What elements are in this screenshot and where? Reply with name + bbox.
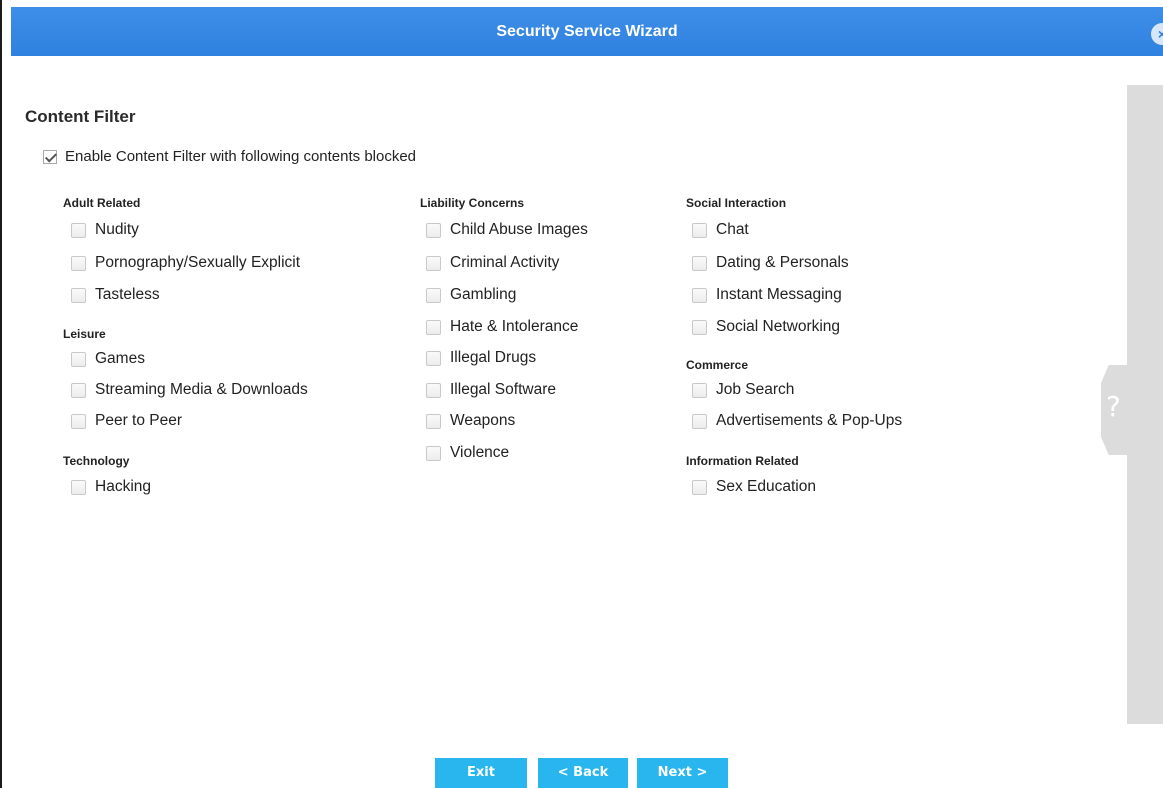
category-label: Games (95, 350, 145, 367)
category-hacking[interactable]: Hacking (71, 478, 151, 496)
checkbox[interactable] (692, 479, 707, 495)
category-child-abuse-images[interactable]: Child Abuse Images (426, 221, 588, 239)
category-label: Hate & Intolerance (450, 318, 579, 335)
enable-content-filter-label: Enable Content Filter with following con… (65, 148, 417, 165)
category-hate-intolerance[interactable]: Hate & Intolerance (426, 318, 578, 336)
wizard-titlebar: Security Service Wizard × (11, 7, 1163, 56)
category-label: Child Abuse Images (450, 221, 588, 238)
category-illegal-software[interactable]: Illegal Software (426, 381, 556, 399)
checkbox[interactable] (426, 382, 441, 398)
category-dating-personals[interactable]: Dating & Personals (692, 254, 849, 272)
checkbox[interactable] (71, 382, 86, 398)
group-title-liability-concerns: Liability Concerns (420, 196, 525, 210)
checkbox[interactable] (692, 287, 707, 303)
checkbox[interactable] (71, 351, 86, 367)
checkbox[interactable] (426, 222, 441, 238)
next-button[interactable]: Next > (637, 758, 728, 788)
checkbox[interactable] (71, 413, 86, 429)
category-tasteless[interactable]: Tasteless (71, 286, 160, 304)
category-illegal-drugs[interactable]: Illegal Drugs (426, 349, 536, 367)
exit-button[interactable]: Exit (435, 758, 527, 788)
group-title-leisure: Leisure (63, 327, 106, 341)
category-label: Streaming Media & Downloads (95, 381, 308, 398)
category-nudity[interactable]: Nudity (71, 221, 139, 239)
close-icon[interactable]: × (1151, 23, 1163, 45)
category-label: Illegal Software (450, 381, 556, 398)
checkbox[interactable] (71, 222, 86, 238)
group-title-commerce: Commerce (686, 358, 749, 372)
category-social-networking[interactable]: Social Networking (692, 318, 840, 336)
category-label: Criminal Activity (450, 254, 560, 271)
category-pornography-sexually-explicit[interactable]: Pornography/Sexually Explicit (71, 254, 300, 272)
category-label: Instant Messaging (716, 286, 842, 303)
group-title-social-interaction: Social Interaction (686, 196, 787, 210)
category-advertisements-pop-ups[interactable]: Advertisements & Pop-Ups (692, 412, 902, 430)
checkbox[interactable] (692, 319, 707, 335)
category-label: Hacking (95, 478, 151, 495)
back-button[interactable]: < Back (538, 758, 628, 788)
category-gambling[interactable]: Gambling (426, 286, 516, 304)
category-label: Dating & Personals (716, 254, 849, 271)
category-chat[interactable]: Chat (692, 221, 749, 239)
category-label: Advertisements & Pop-Ups (716, 412, 903, 429)
content-filter-title: Content Filter (25, 107, 136, 126)
checkbox[interactable] (426, 319, 441, 335)
category-label: Chat (716, 221, 749, 238)
checkbox[interactable] (426, 255, 441, 271)
group-title-technology: Technology (63, 454, 130, 468)
category-label: Weapons (450, 412, 516, 429)
checkbox[interactable] (426, 445, 441, 461)
checkbox[interactable] (71, 287, 86, 303)
category-violence[interactable]: Violence (426, 444, 509, 462)
window-left-border (0, 0, 2, 788)
group-title-adult-related: Adult Related (63, 196, 141, 210)
checkbox[interactable] (426, 413, 441, 429)
category-label: Sex Education (716, 478, 816, 495)
help-icon[interactable]: ? (1106, 390, 1121, 423)
category-instant-messaging[interactable]: Instant Messaging (692, 286, 842, 304)
checkbox[interactable] (71, 479, 86, 495)
checkbox[interactable] (692, 255, 707, 271)
category-label: Nudity (95, 221, 139, 238)
group-title-information-related: Information Related (686, 454, 799, 468)
wizard-window: Security Service Wizard × ? Content Filt… (0, 0, 1163, 788)
checkbox[interactable] (426, 350, 441, 366)
checkbox[interactable] (692, 413, 707, 429)
checkbox[interactable] (692, 222, 707, 238)
category-streaming-media-downloads[interactable]: Streaming Media & Downloads (71, 381, 308, 399)
category-label: Violence (450, 444, 510, 461)
category-label: Social Networking (716, 318, 841, 335)
category-label: Illegal Drugs (450, 349, 537, 366)
category-criminal-activity[interactable]: Criminal Activity (426, 254, 559, 272)
category-sex-education[interactable]: Sex Education (692, 478, 816, 496)
category-label: Pornography/Sexually Explicit (95, 254, 301, 271)
category-label: Tasteless (95, 286, 160, 303)
wizard-title: Security Service Wizard (496, 23, 678, 40)
category-games[interactable]: Games (71, 350, 145, 368)
enable-content-filter-checkbox[interactable] (43, 149, 57, 164)
checkbox[interactable] (426, 287, 441, 303)
category-weapons[interactable]: Weapons (426, 412, 515, 430)
checkbox[interactable] (692, 382, 707, 398)
category-label: Gambling (450, 286, 517, 303)
category-label: Job Search (716, 381, 795, 398)
category-peer-to-peer[interactable]: Peer to Peer (71, 412, 182, 430)
checkbox[interactable] (71, 255, 86, 271)
category-job-search[interactable]: Job Search (692, 381, 794, 399)
enable-content-filter-row[interactable]: Enable Content Filter with following con… (43, 148, 416, 165)
side-panel-scrollbar[interactable] (1127, 85, 1163, 724)
category-label: Peer to Peer (95, 412, 183, 429)
